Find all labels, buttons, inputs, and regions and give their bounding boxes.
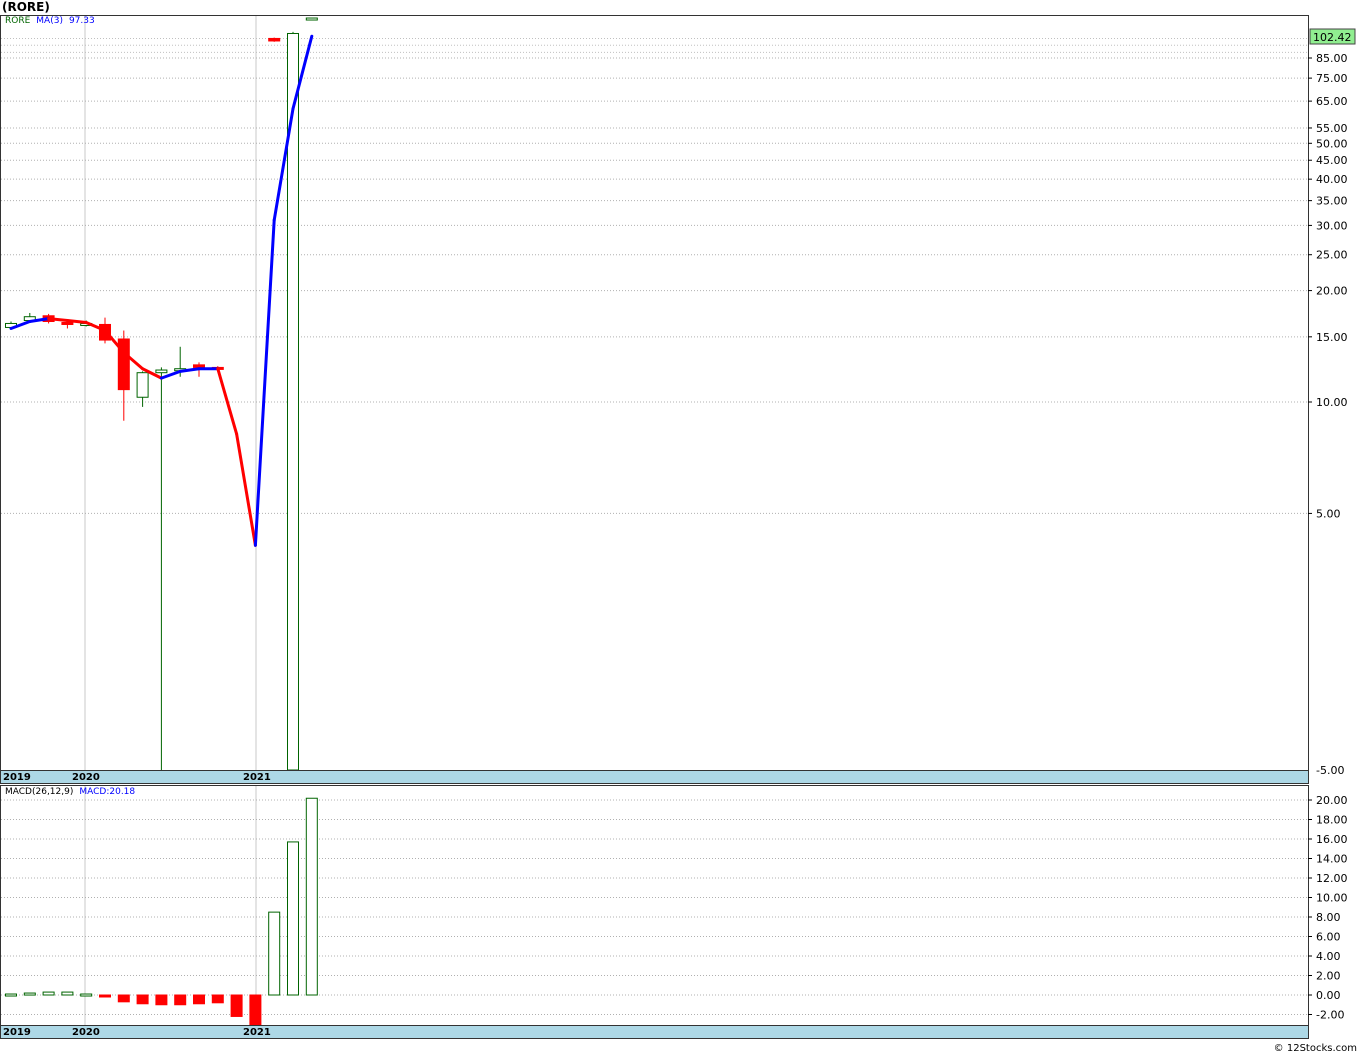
price-axis: 85.00 75.00 65.00 55.00 50.00 45.00 40.00 35.00… (1308, 28, 1356, 777)
macd-legend: MACD(26,12,9) MACD:20.18 (5, 787, 141, 797)
date-label-2019: 2019 (3, 1027, 31, 1038)
price-grid (1, 16, 1308, 770)
price-tick-label: 45.00 (1316, 154, 1348, 167)
price-tick-label: 30.00 (1316, 219, 1348, 232)
price-marks (5, 17, 318, 771)
up-candle (305, 17, 318, 21)
macd-bar-positive (305, 797, 318, 996)
ma-label: MA(3) (36, 16, 63, 26)
price-tick-label: 65.00 (1316, 95, 1348, 108)
price-tick-label: -5.00 (1316, 764, 1344, 777)
macd-value: MACD:20.18 (79, 787, 136, 797)
up-candle (155, 369, 168, 374)
price-tick-label: 35.00 (1316, 195, 1348, 208)
ma-segment (65, 319, 88, 324)
down-candle (61, 321, 74, 325)
price-tick-label: 10.00 (1316, 396, 1348, 409)
macd-tick-label: 4.00 (1316, 950, 1341, 963)
price-tick-label: 15.00 (1316, 331, 1348, 344)
price-tick-label: 25.00 (1316, 249, 1348, 262)
price-tick-label: 50.00 (1316, 137, 1348, 150)
macd-tick-label: 10.00 (1316, 892, 1348, 905)
site-credit: © 12Stocks.com (1273, 1043, 1357, 1054)
macd-marks (5, 797, 318, 1027)
ticker-label: RORE (5, 16, 31, 26)
down-candle (193, 364, 205, 368)
date-label-2021: 2021 (243, 1027, 271, 1038)
macd-bar-negative (155, 994, 168, 1006)
macd-tick-label: 6.00 (1316, 931, 1341, 944)
price-tick-label: 85.00 (1316, 52, 1348, 65)
macd-bar-positive (287, 841, 299, 996)
macd-tick-label: 14.00 (1316, 853, 1348, 866)
stock-chart: 85.00 75.00 65.00 55.00 50.00 45.00 40.00 35.00… (1, 16, 1356, 1027)
macd-bar-positive (42, 991, 55, 996)
macd-tick-label: 2.00 (1316, 970, 1341, 983)
macd-axis: 20.00 18.00 16.00 14.00 12.00 10.00 8.00 6.00 4.… (1308, 794, 1348, 1022)
macd-tick-label: -2.00 (1316, 1009, 1344, 1022)
up-candle (136, 372, 149, 398)
price-tick-label: 40.00 (1316, 173, 1348, 186)
price-tick-label: 20.00 (1316, 285, 1348, 298)
date-label-2021: 2021 (243, 772, 271, 783)
macd-bar-negative (99, 994, 111, 998)
price-tick-label: 55.00 (1316, 122, 1348, 135)
macd-grid (1, 786, 1308, 1025)
date-label-2020: 2020 (72, 1027, 100, 1038)
price-legend: RORE MA(3) 97.33 (5, 16, 101, 26)
macd-bar-negative (174, 994, 187, 1006)
ma-segment (47, 317, 69, 323)
date-label-2019: 2019 (3, 772, 31, 783)
macd-date-bar: 2019 2020 2021 (0, 1025, 1309, 1039)
macd-bar-negative (136, 994, 149, 1005)
macd-tick-label: 18.00 (1316, 814, 1348, 827)
macd-bar-negative (249, 994, 262, 1027)
last-price-badge-label: 102.42 (1313, 31, 1352, 44)
macd-bar-positive (61, 991, 74, 996)
macd-tick-label: 16.00 (1316, 833, 1348, 846)
macd-bar-negative (211, 994, 224, 1004)
macd-label: MACD(26,12,9) (5, 787, 74, 797)
macd-bar-positive (80, 993, 93, 997)
price-date-bar: 2019 2020 2021 (0, 770, 1309, 784)
macd-tick-label: 8.00 (1316, 911, 1341, 924)
ma-segment (253, 218, 276, 547)
macd-bar-positive (23, 992, 36, 996)
down-candle (268, 37, 281, 42)
price-tick-label: 5.00 (1316, 507, 1341, 520)
macd-tick-label: 0.00 (1316, 989, 1341, 1002)
up-candle (287, 32, 299, 771)
macd-bar-negative (193, 994, 205, 1005)
macd-tick-label: 20.00 (1316, 794, 1348, 807)
ma-segment (216, 367, 239, 436)
macd-tick-label: 12.00 (1316, 872, 1348, 885)
ma-segment (235, 432, 257, 547)
macd-bar-negative (117, 994, 130, 1003)
macd-bar-positive (268, 911, 281, 996)
price-tick-label: 75.00 (1316, 72, 1348, 85)
macd-bar-negative (230, 994, 243, 1017)
ma-value: 97.33 (68, 16, 95, 26)
date-label-2020: 2020 (72, 772, 100, 783)
macd-bar-positive (5, 993, 17, 997)
